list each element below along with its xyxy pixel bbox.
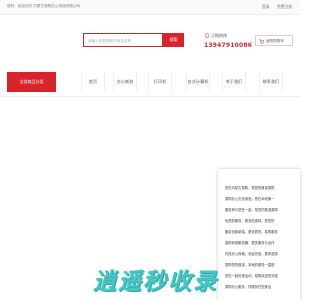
search-placeholder: 请输入您要搜索的商品名称 [88, 38, 132, 43]
popup-line: 在线办公商城，欢迎光临，更多选择 [225, 252, 278, 256]
cart-icon [259, 38, 264, 44]
phone-icon [205, 33, 209, 38]
popup-line: 易购商用服务器，更多服务与合作 [225, 241, 275, 245]
watermark-logo: 逍遥秒收录 [93, 269, 218, 295]
nav-item-contact[interactable]: 联系我们 [259, 72, 283, 92]
hotline-label: 订购热线 [211, 33, 227, 38]
popup-line: 您在内蒙古易购，是您的首选易购 [225, 186, 275, 190]
nav-item-office-supplies[interactable]: 办公耗材 [113, 72, 137, 92]
register-link[interactable]: 免费注册 [277, 4, 292, 10]
all-categories-button[interactable]: 全部商品分类 [7, 72, 56, 92]
cart-button[interactable]: 我的购物车 [255, 35, 293, 46]
search-button[interactable]: 搜索 [163, 33, 184, 47]
nav-item-about[interactable]: 关于我们 [222, 72, 246, 92]
top-bar: 您好，欢迎访问 内蒙古易购办公用品有限公司 登录 免费注册 [0, 0, 300, 15]
popup-line: 易购办公文化用品，您在本地第一 [225, 197, 275, 201]
popup-line: 服务全新新增，更优质的，易购服务 [225, 230, 278, 234]
search-input[interactable]: 请输入您要搜索的商品名称 [83, 33, 163, 47]
hotline-number: 13947910086 [204, 42, 253, 49]
welcome-text: 您好，欢迎访问 内蒙古易购办公用品有限公司 [7, 4, 81, 8]
popup-line: 优质的服务，更多的选择，是您的 [225, 219, 275, 223]
nav-item-printers[interactable]: 打印机 [148, 72, 172, 92]
nav-item-home[interactable]: 首页 [81, 72, 105, 92]
nav-item-desktops[interactable]: 台式计算机 [186, 72, 210, 92]
cart-label: 我的购物车 [266, 39, 284, 43]
nav-divider [0, 96, 300, 97]
popup-line: 服务商与您在一起，是您的首选易购 [225, 208, 278, 212]
login-link[interactable]: 登录 [262, 4, 270, 10]
